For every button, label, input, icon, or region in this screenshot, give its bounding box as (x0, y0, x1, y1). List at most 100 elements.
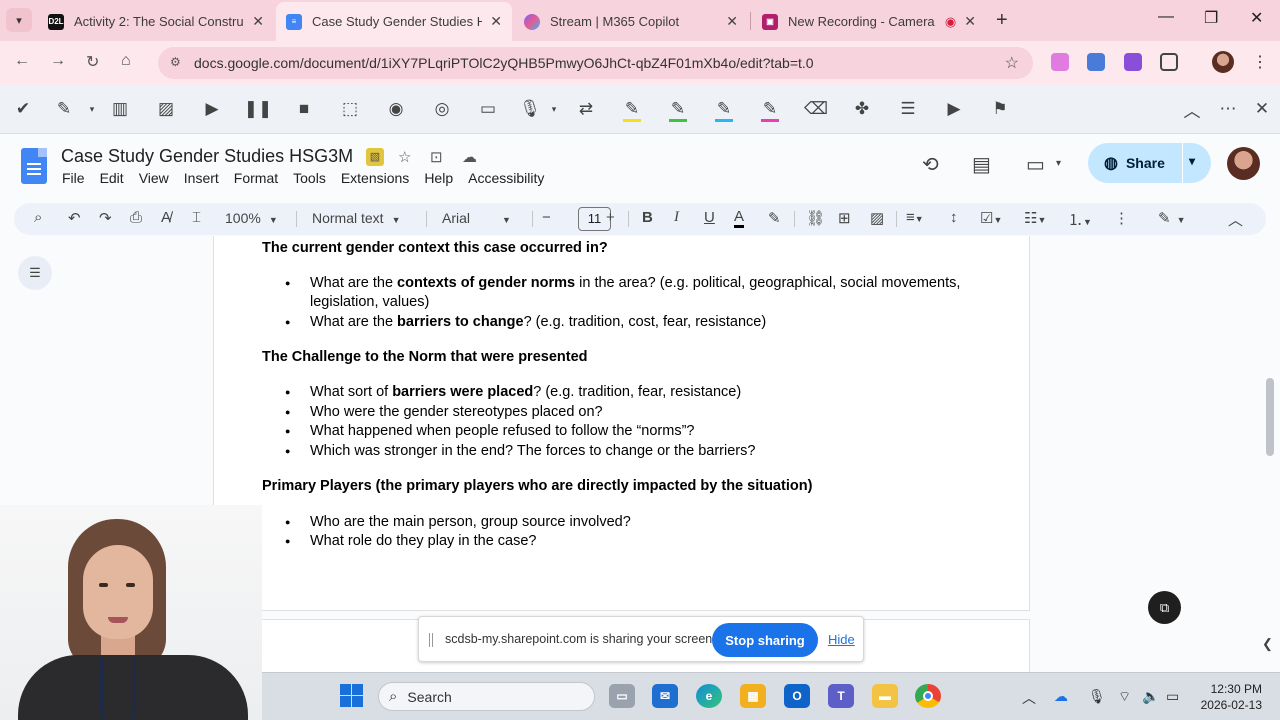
document-outline-icon[interactable]: ☰ (18, 256, 52, 290)
outlook-icon[interactable]: ✉ (652, 684, 678, 708)
rewordify-icon[interactable]: ⚑ (988, 97, 1012, 121)
back-icon[interactable]: ← (14, 52, 30, 70)
file-explorer-icon[interactable]: ▬ (872, 684, 898, 708)
browser-menu-icon[interactable]: ⋮ (1252, 52, 1268, 72)
voice-note-icon[interactable]: ◎ (430, 97, 454, 121)
menu-accessibility[interactable]: Accessibility (468, 170, 544, 186)
more-options-icon[interactable]: ⋯ (1216, 97, 1240, 121)
play-icon[interactable]: ▶ (200, 97, 224, 121)
bulleted-list-icon[interactable]: ☷▼ (1024, 209, 1046, 227)
undo-icon[interactable]: ↶ (68, 209, 81, 227)
translate-extension-icon[interactable] (1087, 53, 1105, 71)
chevron-down-icon[interactable]: ▾ (1189, 154, 1195, 168)
paint-format-icon[interactable]: ⌶ (192, 209, 201, 226)
numbered-list-icon[interactable]: ⒈▼ (1068, 209, 1092, 230)
text-color-icon[interactable]: A (734, 209, 745, 228)
document-title[interactable]: Case Study Gender Studies HSG3M (61, 146, 353, 167)
window-close-icon[interactable]: ✕ (1250, 8, 1263, 28)
insert-link-icon[interactable]: ⛓ (806, 209, 825, 227)
share-button[interactable]: ◍ Share ▾ (1088, 143, 1211, 183)
chevron-down-icon[interactable]: ▾ (1056, 158, 1061, 169)
audio-maker-icon[interactable]: ◉ (384, 97, 408, 121)
line-spacing-icon[interactable]: ↕ (950, 209, 958, 226)
menu-view[interactable]: View (139, 170, 169, 186)
spelling-icon[interactable]: A̸ (161, 209, 171, 226)
new-tab-icon[interactable]: + (996, 9, 1008, 32)
outlook-mail-icon[interactable]: O (784, 684, 810, 708)
close-icon[interactable]: ✕ (252, 13, 264, 30)
close-icon[interactable]: ✕ (964, 13, 976, 30)
close-icon[interactable]: ✕ (490, 13, 502, 30)
task-view-icon[interactable]: ▭ (609, 684, 635, 708)
more-icon[interactable]: ⋮ (1114, 209, 1129, 227)
battery-icon[interactable]: ▭ (1166, 688, 1179, 705)
add-on-icon[interactable]: ▧ (366, 148, 384, 166)
bookmark-star-icon[interactable]: ☆ (1005, 53, 1019, 73)
highlighter-yellow-icon[interactable]: ✎ (620, 97, 644, 122)
windows-start-icon[interactable] (340, 684, 363, 707)
home-icon[interactable]: ⌂ (121, 52, 131, 70)
italic-icon[interactable]: I (674, 209, 679, 226)
menu-file[interactable]: File (62, 170, 85, 186)
redo-icon[interactable]: ↷ (99, 209, 112, 227)
extensions-puzzle-icon[interactable] (1160, 53, 1178, 71)
floating-action-icon[interactable]: ⧉ (1148, 591, 1181, 624)
decrease-font-size-icon[interactable]: − (542, 209, 551, 226)
clear-highlights-icon[interactable]: ⌫ (804, 97, 828, 121)
edge-icon[interactable]: e (696, 684, 722, 708)
drag-handle-icon[interactable] (429, 633, 433, 647)
stop-sharing-button[interactable]: Stop sharing (712, 623, 818, 657)
pause-icon[interactable]: ❚❚ (244, 97, 273, 121)
restore-icon[interactable]: ❐ (1204, 8, 1218, 28)
menu-edit[interactable]: Edit (100, 170, 124, 186)
forward-icon[interactable]: → (50, 52, 66, 70)
translator-icon[interactable]: ⇄ (574, 97, 598, 121)
taskbar-search[interactable]: ⌕ Search (378, 682, 595, 711)
comments-icon[interactable]: ▤ (972, 152, 991, 177)
side-panel-chevron-icon[interactable]: ❮ (1262, 636, 1273, 652)
picture-dictionary-icon[interactable]: ▨ (154, 97, 178, 121)
collect-highlights-icon[interactable]: ✤ (850, 97, 874, 121)
highlight-color-icon[interactable]: ✎ (768, 209, 781, 227)
style-select[interactable]: Normal text ▼ (312, 210, 401, 226)
docs-logo-icon[interactable] (21, 148, 47, 184)
url-bar[interactable]: ⚙ docs.google.com/document/d/1iXY7PLqriP… (158, 47, 1033, 79)
highlighter-pink-icon[interactable]: ✎ (758, 97, 782, 122)
microphone-icon[interactable]: 🎙 (1088, 688, 1106, 705)
increase-font-size-icon[interactable]: + (606, 209, 615, 226)
simplify-icon[interactable]: ▭ (476, 97, 500, 121)
reload-icon[interactable]: ↻ (86, 52, 99, 72)
onedrive-icon[interactable]: ☁ (1054, 688, 1068, 705)
chevron-down-icon[interactable]: ▾ (542, 97, 566, 121)
move-folder-icon[interactable]: ⊡ (430, 148, 443, 166)
dictionary-icon[interactable]: ▥ (108, 97, 132, 121)
tab-stream-copilot[interactable]: Stream | M365 Copilot ✕ (514, 2, 748, 41)
highlighter-blue-icon[interactable]: ✎ (712, 97, 736, 122)
menu-tools[interactable]: Tools (293, 170, 326, 186)
predict-icon[interactable]: ✎ (52, 97, 76, 121)
profile-avatar[interactable] (1212, 51, 1234, 73)
tab-new-recording[interactable]: ▣ New Recording - Camera ◉ ✕ (752, 2, 986, 41)
volume-icon[interactable]: 🔈 (1142, 688, 1159, 705)
print-icon[interactable]: ⎙ (130, 209, 142, 226)
store-icon[interactable]: ▦ (740, 684, 766, 708)
highlighter-green-icon[interactable]: ✎ (666, 97, 690, 122)
version-history-icon[interactable]: ⟲ (922, 152, 939, 177)
wifi-icon[interactable]: ⌔ (1118, 688, 1131, 706)
tab-search-icon[interactable]: ▾ (6, 8, 32, 32)
show-hidden-icons-icon[interactable]: ︿ (1022, 688, 1036, 708)
font-select[interactable]: Arial ▼ (442, 210, 511, 226)
zoom-select[interactable]: 100% ▼ (225, 210, 278, 226)
document-scrollbar[interactable] (1266, 378, 1274, 456)
bold-icon[interactable]: B (642, 209, 653, 226)
practice-reading-icon[interactable]: ▶ (942, 97, 966, 121)
extension-icon[interactable] (1124, 53, 1142, 71)
chrome-icon[interactable] (915, 684, 941, 708)
editing-mode-icon[interactable]: ✎ ▼ (1158, 209, 1186, 227)
vocabulary-list-icon[interactable]: ☰ (896, 97, 920, 121)
tab-activity-2[interactable]: D2L Activity 2: The Social Constructi ✕ (38, 2, 274, 41)
insert-image-icon[interactable]: ▨ (870, 209, 884, 227)
add-comment-icon[interactable]: ⊞ (838, 209, 851, 227)
star-icon[interactable]: ☆ (398, 148, 411, 166)
teams-icon[interactable]: T (828, 684, 854, 708)
